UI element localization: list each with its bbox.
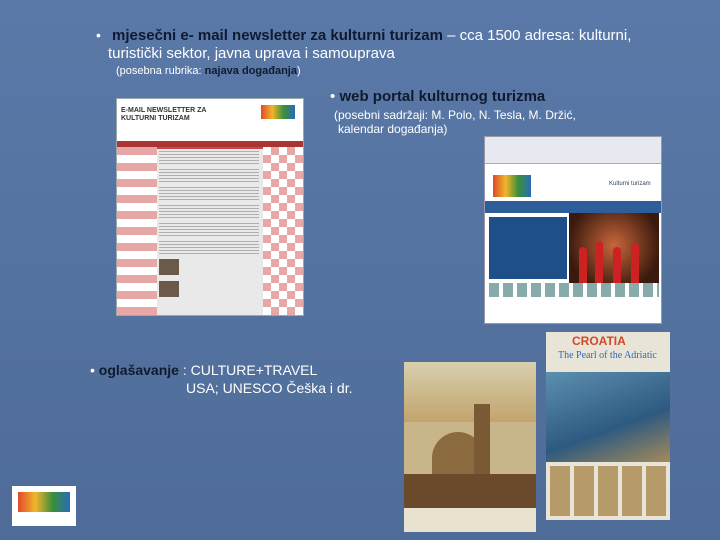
portal-screenshot: Kulturni turizam: [484, 136, 662, 324]
item1-note-post: ): [296, 65, 301, 77]
item3-rest: : CULTURE+TRAVEL: [178, 362, 318, 378]
newsletter-header: E-MAIL NEWSLETTER ZA KULTURNI TURIZAM: [117, 99, 303, 149]
item2-note-1: (posebni sadržaji: M. Polo, N. Tesla, M.…: [334, 108, 576, 122]
newsletter-header-line1: E-MAIL NEWSLETTER ZA: [121, 107, 207, 114]
croatia-brand-logo: [12, 486, 76, 526]
newsletter-screenshot: E-MAIL NEWSLETTER ZA KULTURNI TURIZAM: [116, 98, 304, 316]
item1-note-bold: najava događanja: [204, 65, 297, 77]
browser-toolbar: [485, 137, 661, 164]
newsletter-header-title: E-MAIL NEWSLETTER ZA KULTURNI TURIZAM: [121, 107, 206, 123]
portal-page-label: Kulturni turizam: [609, 181, 651, 187]
item1-line1: mjesečni e- mail newsletter za kulturni …: [112, 27, 631, 44]
item2-note-2: kalendar događanja): [338, 122, 448, 136]
item2-line1: • web portal kulturnog turizma: [330, 88, 545, 105]
item1-note-pre: (posebna rubrika:: [116, 65, 205, 77]
brochure-zadar: [404, 362, 536, 532]
bullet-3: •: [90, 362, 95, 378]
item3-bold: oglašavanje: [98, 362, 179, 378]
newsletter-header-line2: KULTURNI TURIZAM: [121, 115, 190, 122]
portal-blue-panel: [489, 217, 567, 279]
newsletter-checker-pattern: [263, 147, 303, 315]
portal-banner: [485, 201, 661, 213]
brochure-subtitle: The Pearl of the Adriatic: [558, 350, 657, 361]
item2-bold: web portal kulturnog turizma: [339, 88, 546, 105]
portal-icon-strip: [489, 283, 659, 297]
item1-rest: – cca 1500 adresa: kulturni,: [442, 27, 632, 44]
item1-note: (posebna rubrika: najava događanja): [116, 65, 301, 77]
brochure-pearl-of-adriatic: CROATIA The Pearl of the Adriatic: [546, 332, 670, 520]
newsletter-sidebar-pattern: [117, 147, 157, 315]
croatia-logo-icon: [18, 492, 70, 512]
thumbnail-image: [159, 281, 179, 297]
thumbnail-image: [159, 259, 179, 275]
brochure-title: CROATIA: [572, 334, 626, 348]
item3-line2: USA; UNESCO Češka i dr.: [186, 380, 353, 396]
croatia-logo-icon: [493, 175, 531, 197]
item1-bold: mjesečni e- mail newsletter za kulturni …: [112, 27, 443, 44]
bullet-1: •: [96, 27, 101, 43]
newsletter-thumbnails: [159, 259, 179, 303]
portal-dancers-photo: [569, 213, 659, 293]
bullet-2: •: [330, 88, 336, 105]
newsletter-content: [159, 151, 259, 259]
croatia-logo-icon: [261, 105, 295, 119]
item3-line1: • oglašavanje : CULTURE+TRAVEL: [90, 362, 317, 378]
item1-line2: turistički sektor, javna uprava i samoup…: [108, 45, 395, 62]
